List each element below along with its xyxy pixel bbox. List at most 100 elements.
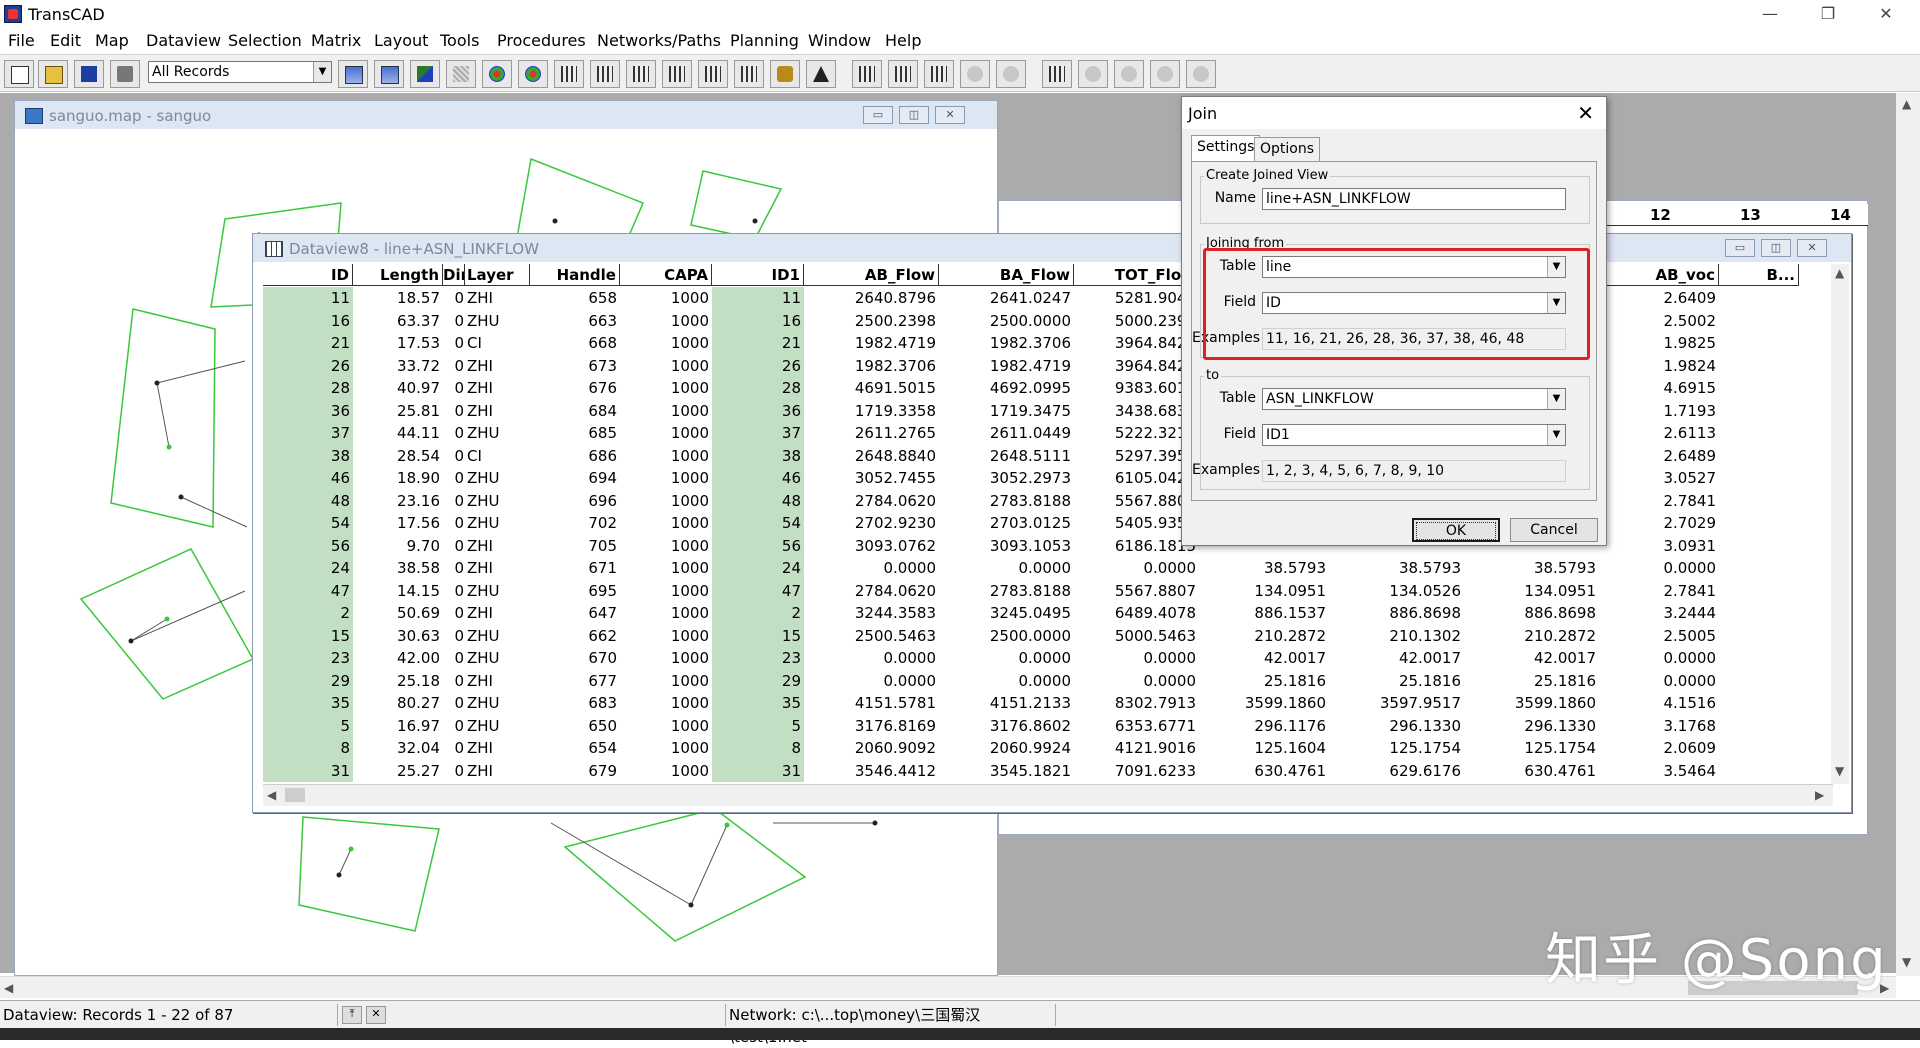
table-cell[interactable]: 1982.4719 [804, 332, 939, 355]
table-cell[interactable]: 0 [443, 670, 465, 693]
scroll-thumb[interactable] [285, 788, 305, 802]
table-cell[interactable]: 29 [712, 669, 804, 692]
table-cell[interactable]: 2.0609 [1599, 737, 1719, 760]
menu-edit[interactable]: Edit [50, 31, 81, 50]
lock-icon[interactable] [770, 60, 800, 88]
table-cell[interactable]: 125.1604 [1199, 737, 1329, 760]
table-cell[interactable]: 38 [712, 444, 804, 467]
sum-icon[interactable] [1042, 60, 1072, 88]
table-cell[interactable]: 0 [443, 310, 465, 333]
table-rows-icon[interactable] [626, 60, 656, 88]
column-header-length[interactable]: Length [353, 264, 443, 286]
column-header-capa[interactable]: CAPA [620, 264, 712, 286]
table-cell[interactable]: 0 [443, 602, 465, 625]
table-cell[interactable]: 2640.8796 [804, 287, 939, 310]
scroll-left-icon[interactable]: ◀ [267, 788, 276, 802]
table-cell[interactable]: 26 [263, 354, 353, 377]
table-cell[interactable]: 0.0000 [804, 670, 939, 693]
table-cell[interactable] [1719, 422, 1799, 445]
table-cell[interactable]: 11 [263, 287, 353, 310]
table-cell[interactable]: 23 [263, 647, 353, 670]
table-cell[interactable]: 2611.2765 [804, 422, 939, 445]
table-cell[interactable]: 2 [263, 602, 353, 625]
table-cell[interactable]: ZHI [465, 535, 530, 558]
table-cell[interactable] [1719, 647, 1799, 670]
table-cell[interactable]: 683 [530, 692, 620, 715]
color-theme-icon[interactable] [518, 60, 548, 88]
close-button[interactable]: ✕ [1864, 2, 1908, 26]
scroll-up-icon[interactable]: ▲ [1835, 266, 1844, 280]
table-cell[interactable]: 25.1816 [1464, 670, 1599, 693]
table-cell[interactable]: 36 [712, 399, 804, 422]
table-cell[interactable] [1719, 670, 1799, 693]
table-cell[interactable]: 2060.9092 [804, 737, 939, 760]
table-cell[interactable]: 670 [530, 647, 620, 670]
table-cell[interactable]: 47 [712, 579, 804, 602]
table-cell[interactable]: ZHU [465, 692, 530, 715]
table-cell[interactable]: 2783.8188 [939, 580, 1074, 603]
table-cell[interactable]: 1.9825 [1599, 332, 1719, 355]
column-header-id[interactable]: ID [263, 264, 353, 286]
table-cell[interactable]: 4691.5015 [804, 377, 939, 400]
table-cell[interactable]: 3597.9517 [1329, 692, 1464, 715]
table-cell[interactable]: 3176.8169 [804, 715, 939, 738]
table-cell[interactable]: 296.1330 [1464, 715, 1599, 738]
table-cell[interactable]: 0 [443, 445, 465, 468]
table-cell[interactable] [1719, 625, 1799, 648]
table-cell[interactable]: 654 [530, 737, 620, 760]
join-dialog-titlebar[interactable]: Join ✕ [1182, 97, 1606, 129]
column-header-ab-voc[interactable]: AB_voc [1599, 264, 1719, 286]
chart-icon[interactable] [374, 60, 404, 88]
table-cell[interactable] [1719, 715, 1799, 738]
table-cell[interactable]: 702 [530, 512, 620, 535]
table-cell[interactable]: 26 [712, 354, 804, 377]
table-cell[interactable]: 16 [712, 309, 804, 332]
table-cell[interactable]: 2.7841 [1599, 580, 1719, 603]
selection-star-icon[interactable] [482, 60, 512, 88]
table-cell[interactable]: 695 [530, 580, 620, 603]
table-cell[interactable]: 3176.8602 [939, 715, 1074, 738]
table-cell[interactable]: 37 [712, 422, 804, 445]
table-cell[interactable]: ZHU [465, 715, 530, 738]
main-scroll-left-icon[interactable]: ◀ [4, 981, 13, 995]
table-cell[interactable]: 5 [712, 714, 804, 737]
table-cell[interactable]: 134.0526 [1329, 580, 1464, 603]
table-cell[interactable]: 1000 [620, 287, 712, 310]
menu-map[interactable]: Map [95, 31, 129, 50]
name-input[interactable]: line+ASN_LINKFLOW [1262, 188, 1566, 210]
table-cell[interactable]: 0 [443, 647, 465, 670]
table-cell[interactable]: 0 [443, 535, 465, 558]
table-cell[interactable]: 8 [263, 737, 353, 760]
table-cell[interactable]: 2060.9924 [939, 737, 1074, 760]
table-cell[interactable]: 2 [712, 602, 804, 625]
table-cell[interactable]: 210.2872 [1199, 625, 1329, 648]
table-cell[interactable]: 0.0000 [939, 670, 1074, 693]
menu-selection[interactable]: Selection [228, 31, 302, 50]
map-window-titlebar[interactable]: sanguo.map - sanguo ▭ ◫ ✕ [15, 101, 997, 129]
table-cell[interactable]: 80.27 [353, 692, 443, 715]
table-cell[interactable]: 2783.8188 [939, 490, 1074, 513]
table-cell[interactable]: 694 [530, 467, 620, 490]
table-cell[interactable]: 125.1754 [1464, 737, 1599, 760]
table-cell[interactable]: 54 [712, 512, 804, 535]
save-disk-icon[interactable] [74, 60, 104, 88]
table-cell[interactable] [1719, 310, 1799, 333]
table-cell[interactable]: 16.97 [353, 715, 443, 738]
map-close-button[interactable]: ✕ [935, 106, 965, 124]
table-cell[interactable]: 38.58 [353, 557, 443, 580]
table-cell[interactable]: 1000 [620, 422, 712, 445]
table-cell[interactable]: 4.6915 [1599, 377, 1719, 400]
table-cell[interactable]: 210.1302 [1329, 625, 1464, 648]
table-cell[interactable]: 42.0017 [1464, 647, 1599, 670]
pattern-icon[interactable] [446, 60, 476, 88]
table-cell[interactable]: 1982.3706 [804, 355, 939, 378]
table-cell[interactable]: 296.1330 [1329, 715, 1464, 738]
table-cell[interactable]: 4.1516 [1599, 692, 1719, 715]
table-cell[interactable]: 1000 [620, 445, 712, 468]
table-cell[interactable]: 705 [530, 535, 620, 558]
menu-dataview[interactable]: Dataview [146, 31, 221, 50]
table-cell[interactable]: 2703.0125 [939, 512, 1074, 535]
table-cell[interactable]: 24 [712, 557, 804, 580]
table-cell[interactable]: 2500.2398 [804, 310, 939, 333]
table-cell[interactable] [1719, 287, 1799, 310]
